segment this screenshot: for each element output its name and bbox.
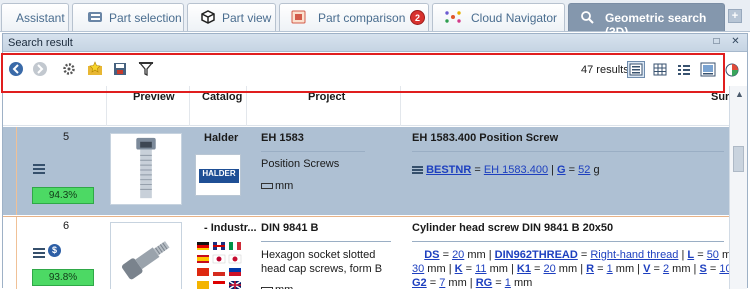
tab-bar: Assistant Part selection Part view Part … — [0, 0, 750, 39]
filter-icon[interactable] — [138, 61, 154, 77]
match-percent: 93.8% — [32, 269, 94, 286]
project-name: EH 1583 — [261, 132, 304, 144]
comparison-count-badge: 2 — [410, 10, 425, 25]
forward-icon[interactable] — [32, 61, 48, 77]
tab-assistant-label: Assistant — [16, 11, 65, 25]
project-name: DIN 9841 B — [261, 222, 319, 234]
tab-part-selection-label: Part selection — [109, 11, 182, 25]
attr-menu-icon[interactable] — [412, 166, 423, 175]
row-menu-icon[interactable] — [33, 164, 45, 174]
catalog-name: Halder — [204, 132, 239, 144]
scroll-thumb[interactable] — [733, 146, 744, 172]
column-catalog[interactable]: Catalog — [202, 91, 242, 103]
column-project[interactable]: Project — [308, 91, 345, 103]
scroll-up-icon[interactable]: ▲ — [735, 89, 744, 99]
view-chart-button[interactable] — [723, 61, 741, 78]
close-icon[interactable]: ✕ — [730, 37, 741, 48]
column-summary[interactable]: Sur — [711, 91, 729, 103]
attribute-lines: DS = 20 mm | DIN962THREAD = Right-hand t… — [412, 249, 746, 289]
part-preview-image[interactable] — [110, 222, 182, 289]
cloud-navigator-icon — [445, 11, 461, 23]
favorite-folder-icon[interactable] — [87, 61, 103, 77]
unit-label: mm — [261, 284, 293, 289]
column-header-row: Preview Catalog Project Sur — [3, 86, 729, 126]
attr-bestnr-value[interactable]: EH 1583.400 — [484, 164, 548, 176]
part-preview-image[interactable] — [110, 133, 182, 205]
tab-geometric-search[interactable]: Geometric search (3D) — [568, 3, 725, 39]
halder-logo-text: HALDER — [199, 169, 239, 183]
compare-icon — [291, 10, 306, 24]
tab-part-view[interactable]: Part view — [187, 3, 276, 31]
part-selection-icon — [88, 12, 102, 22]
catalog-name: - Industr... — [204, 222, 257, 234]
table-row[interactable]: 6 $ 93.8% - Industr... DIN 9841 B Hexago… — [3, 216, 746, 289]
tab-part-comparison[interactable]: Part comparison 2 — [279, 3, 429, 31]
search-result-panel: Search result □ ✕ 47 results Preview Cat… — [2, 33, 748, 289]
panel-header: Search result □ ✕ — [3, 34, 747, 52]
tab-cloud-navigator-label: Cloud Navigator — [471, 11, 558, 25]
cube-icon — [201, 10, 215, 24]
column-preview[interactable]: Preview — [133, 91, 175, 103]
result-number: 5 — [63, 131, 70, 143]
attribute-line: BESTNR = EH 1583.400 | G = 52 g — [412, 164, 600, 176]
table-row[interactable]: 5 94.3% Halder HALDER EH 1583 Position S… — [3, 127, 729, 215]
tab-assistant[interactable]: Assistant — [1, 3, 69, 31]
tab-part-comparison-label: Part comparison — [318, 11, 406, 25]
attr-g-key[interactable]: G — [557, 164, 566, 176]
search-icon — [581, 11, 594, 24]
vertical-scrollbar[interactable]: ▲ — [729, 86, 747, 289]
ruler-icon — [261, 183, 273, 190]
view-details-button[interactable] — [627, 61, 645, 78]
tab-part-selection[interactable]: Part selection — [72, 3, 184, 31]
view-list-button[interactable] — [675, 61, 693, 78]
attr-g-value[interactable]: 52 — [578, 164, 590, 176]
catalog-flags — [196, 241, 244, 289]
panel-title: Search result — [8, 37, 73, 49]
tab-cloud-navigator[interactable]: Cloud Navigator — [432, 3, 565, 31]
summary-title: EH 1583.400 Position Screw — [412, 132, 559, 144]
result-number: 6 — [63, 220, 70, 232]
project-subtitle: Position Screws — [261, 158, 340, 170]
match-percent: 94.3% — [32, 187, 94, 204]
summary-title: Cylinder head screw DIN 9841 B 20x50 — [412, 222, 614, 234]
row-menu-icon[interactable] — [33, 248, 45, 258]
attr-bestnr-key[interactable]: BESTNR — [426, 164, 471, 176]
toolbar: 47 results — [3, 53, 747, 85]
tab-part-view-label: Part view — [222, 11, 272, 25]
back-icon[interactable] — [8, 61, 24, 77]
add-tab-button[interactable]: + — [728, 9, 742, 23]
results-grid: Preview Catalog Project Sur 5 94.3% Hald… — [3, 86, 747, 289]
maximize-icon[interactable]: □ — [711, 37, 722, 48]
results-count: 47 results — [581, 64, 629, 76]
project-subtitle: Hexagon socket slotted head cap screws, … — [261, 249, 383, 275]
view-thumbnails-button[interactable] — [699, 61, 717, 78]
currency-icon[interactable]: $ — [48, 244, 61, 257]
view-table-button[interactable] — [651, 61, 669, 78]
halder-logo: HALDER — [195, 154, 241, 196]
save-icon[interactable] — [112, 61, 128, 77]
settings-icon[interactable] — [61, 61, 77, 77]
unit-label: mm — [261, 180, 293, 192]
